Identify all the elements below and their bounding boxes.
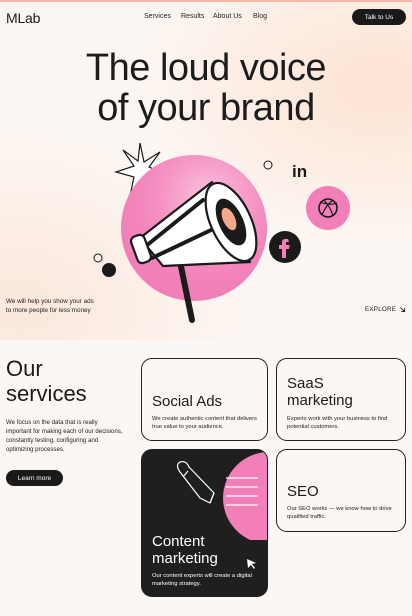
nav-link-services[interactable]: Services [144, 13, 181, 20]
card-text: Our SEO works — we know how to drive qua… [287, 506, 392, 520]
logo[interactable]: MLab [6, 10, 40, 26]
service-card-content-marketing[interactable]: Content marketing Our content experts wi… [141, 449, 268, 597]
small-dark-dot [102, 263, 116, 277]
nav-links: Services Results About Us Blog [144, 13, 267, 20]
services-title: Our services [6, 356, 87, 406]
card-title-line-2: marketing [287, 392, 353, 409]
top-nav: MLab Services Results About Us Blog Talk… [0, 8, 412, 30]
arrow-down-right-icon [400, 307, 406, 313]
linkedin-icon: in [292, 162, 307, 181]
nav-link-results[interactable]: Results [181, 13, 213, 20]
nav-link-blog[interactable]: Blog [253, 13, 267, 20]
services-description: We focus on the data that is really impo… [6, 419, 123, 453]
service-card-seo[interactable]: SEO Our SEO works — we know how to drive… [276, 449, 406, 532]
card-text: We create authentic content that deliver… [152, 416, 257, 430]
tagline-line-2: to more people for less money [6, 307, 91, 314]
hero-tagline: We will help you show your ads to more p… [6, 297, 116, 315]
small-outline-circle [263, 160, 273, 170]
headline-line-1: The loud voice [85, 47, 327, 89]
explore-link[interactable]: EXPLORE [365, 306, 406, 313]
nav-link-about-us[interactable]: About Us [213, 13, 253, 20]
services-title-line-2: services [6, 381, 87, 406]
facebook-icon [269, 231, 301, 263]
card-text: Experts work with your business to find … [287, 416, 388, 430]
card-title-line-1: SaaS [287, 375, 324, 392]
card-title: Social Ads [152, 393, 223, 410]
service-card-saas-marketing[interactable]: SaaS marketing Experts work with your bu… [276, 358, 406, 441]
explore-label: EXPLORE [365, 306, 397, 313]
learn-more-button[interactable]: Learn more [6, 470, 63, 486]
hero-headline: The loud voice of your brand [0, 48, 412, 128]
services-title-line-1: Our [6, 356, 43, 381]
top-accent-line [0, 0, 412, 2]
card-title-line-1: Content [152, 533, 205, 550]
content-illustration [176, 452, 267, 540]
card-title: Content marketing [152, 533, 218, 567]
cursor-icon [247, 559, 256, 569]
headline-line-2: of your brand [97, 87, 315, 129]
tagline-line-1: We will help you show your ads [6, 298, 94, 305]
service-card-social-ads[interactable]: Social Ads We create authentic content t… [141, 358, 268, 441]
small-outline-circle [93, 253, 103, 263]
card-title: SEO [287, 483, 319, 500]
card-text: Our content experts will create a digita… [152, 573, 252, 587]
dribbble-icon [306, 186, 350, 230]
pencil-icon [176, 460, 215, 504]
card-title: SaaS marketing [287, 375, 353, 409]
talk-to-us-button[interactable]: Talk to Us [352, 9, 406, 25]
card-title-line-2: marketing [152, 550, 218, 567]
